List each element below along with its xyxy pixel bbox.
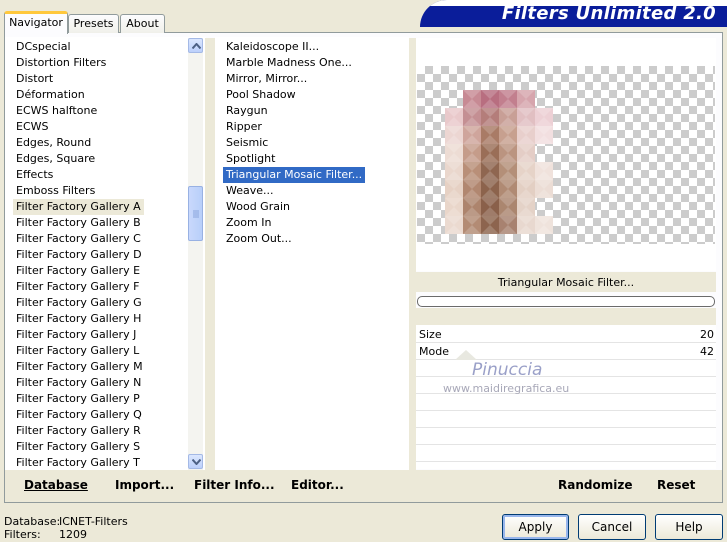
tab-label: Presets [73, 17, 114, 30]
parameter-panel: Size 20 Mode 42 [416, 325, 716, 469]
list-divider [205, 38, 215, 470]
category-item[interactable]: Filter Factory Gallery G [13, 295, 145, 311]
filters-status: Filters: 1209 [4, 528, 87, 541]
randomize-link[interactable]: Randomize [558, 478, 632, 492]
param-row-empty [416, 446, 716, 462]
filter-item[interactable]: Weave... [223, 183, 277, 199]
watermark-name: Pinuccia [472, 360, 543, 380]
link-label: Database [24, 478, 88, 492]
status-value: ICNET-Filters [59, 515, 128, 528]
filter-list[interactable]: Kaleidoscope II... Marble Madness One... M… [215, 37, 409, 470]
param-label: Size [419, 328, 442, 341]
filter-item[interactable]: Zoom In [223, 215, 274, 231]
category-item[interactable]: Filter Factory Gallery A [13, 199, 144, 215]
category-item[interactable]: Filter Factory Gallery B [13, 215, 144, 231]
category-item[interactable]: Filter Factory Gallery M [13, 359, 146, 375]
tab-presets[interactable]: Presets [68, 14, 119, 33]
category-item[interactable]: Edges, Square [13, 151, 98, 167]
category-item[interactable]: Edges, Round [13, 135, 94, 151]
status-label: Filters: [4, 528, 41, 541]
link-label: Reset [657, 478, 696, 492]
tab-navigator[interactable]: Navigator [4, 11, 68, 34]
filter-item[interactable]: Mirror, Mirror... [223, 71, 310, 87]
category-item[interactable]: Distort [13, 71, 56, 87]
preview-filter-name: Triangular Mosaic Filter... [416, 272, 716, 292]
param-value: 20 [700, 328, 714, 341]
category-item[interactable]: ECWS halftone [13, 103, 100, 119]
category-item[interactable]: Filter Factory Gallery R [13, 423, 144, 439]
filter-item[interactable]: Zoom Out... [223, 231, 295, 247]
category-scrollbar[interactable] [188, 38, 203, 470]
category-item[interactable]: Distortion Filters [13, 55, 109, 71]
mosaic-preview-image [445, 90, 553, 234]
category-list[interactable]: DCspecial Distortion Filters Distort Déform… [5, 37, 206, 470]
category-item[interactable]: Filter Factory Gallery S [13, 439, 143, 455]
param-value: 42 [700, 345, 714, 358]
tab-label: Navigator [9, 16, 63, 29]
filter-item[interactable]: Raygun [223, 103, 271, 119]
filter-item[interactable]: Marble Madness One... [223, 55, 355, 71]
category-item[interactable]: Emboss Filters [13, 183, 98, 199]
filter-item[interactable]: Seismic [223, 135, 271, 151]
category-item[interactable]: Filter Factory Gallery E [13, 263, 143, 279]
apply-button[interactable]: Apply [502, 514, 569, 540]
link-label: Import... [115, 478, 175, 492]
category-item[interactable]: Filter Factory Gallery F [13, 279, 142, 295]
tab-label: About [126, 17, 159, 30]
grip-icon [193, 210, 199, 218]
watermark-site: www.maidiregrafica.eu [443, 382, 570, 395]
category-item[interactable]: Filter Factory Gallery J [13, 327, 139, 343]
param-header [416, 308, 716, 325]
category-item[interactable]: Filter Factory Gallery T [13, 455, 143, 470]
slider-pointer-icon [455, 350, 477, 360]
bottom-divider [409, 470, 416, 502]
database-status: Database: ICNET-Filters [4, 515, 128, 528]
param-row-empty [416, 429, 716, 445]
param-label: Mode [419, 345, 449, 358]
chevron-down-icon [192, 459, 201, 465]
help-button[interactable]: Help [655, 514, 723, 540]
category-item[interactable]: Filter Factory Gallery N [13, 375, 144, 391]
param-row-empty [416, 412, 716, 428]
filter-item[interactable]: Kaleidoscope II... [223, 39, 322, 55]
scroll-thumb[interactable] [188, 186, 203, 241]
category-item[interactable]: ECWS [13, 119, 52, 135]
cancel-button[interactable]: Cancel [578, 514, 646, 540]
param-row-size[interactable]: Size 20 [416, 327, 716, 343]
editor-link[interactable]: Editor... [291, 478, 344, 492]
import-link[interactable]: Import... [115, 478, 174, 492]
status-value: 1209 [59, 528, 87, 541]
scroll-up-button[interactable] [188, 38, 203, 53]
category-item[interactable]: Filter Factory Gallery Q [13, 407, 145, 423]
category-item[interactable]: Filter Factory Gallery D [13, 247, 145, 263]
param-row-empty [416, 395, 716, 411]
category-item[interactable]: Effects [13, 167, 56, 183]
database-link[interactable]: Database [24, 478, 88, 492]
list-divider [409, 38, 416, 470]
filter-item[interactable]: Triangular Mosaic Filter... [223, 167, 366, 183]
category-item[interactable]: DCspecial [13, 39, 74, 55]
link-label: Filter Info... [194, 478, 275, 492]
tab-about[interactable]: About [120, 14, 165, 33]
category-item[interactable]: Filter Factory Gallery H [13, 311, 144, 327]
filter-item[interactable]: Ripper [223, 119, 265, 135]
category-item[interactable]: Filter Factory Gallery P [13, 391, 143, 407]
chevron-up-icon [192, 43, 201, 49]
filter-item[interactable]: Pool Shadow [223, 87, 299, 103]
reset-link[interactable]: Reset [657, 478, 695, 492]
banner-title: Filters Unlimited 2.0 [501, 3, 716, 24]
param-row-empty [416, 361, 716, 377]
category-item[interactable]: Filter Factory Gallery C [13, 231, 144, 247]
scroll-down-button[interactable] [188, 454, 203, 469]
filter-item[interactable]: Spotlight [223, 151, 278, 167]
link-label: Randomize [558, 478, 633, 492]
category-item[interactable]: Déformation [13, 87, 88, 103]
link-label: Editor... [291, 478, 344, 492]
app-banner: Filters Unlimited 2.0 [420, 0, 727, 27]
category-item[interactable]: Filter Factory Gallery L [13, 343, 142, 359]
filter-item[interactable]: Wood Grain [223, 199, 293, 215]
status-label: Database: [4, 515, 61, 528]
filter-info-link[interactable]: Filter Info... [194, 478, 275, 492]
progress-bar [417, 296, 715, 307]
